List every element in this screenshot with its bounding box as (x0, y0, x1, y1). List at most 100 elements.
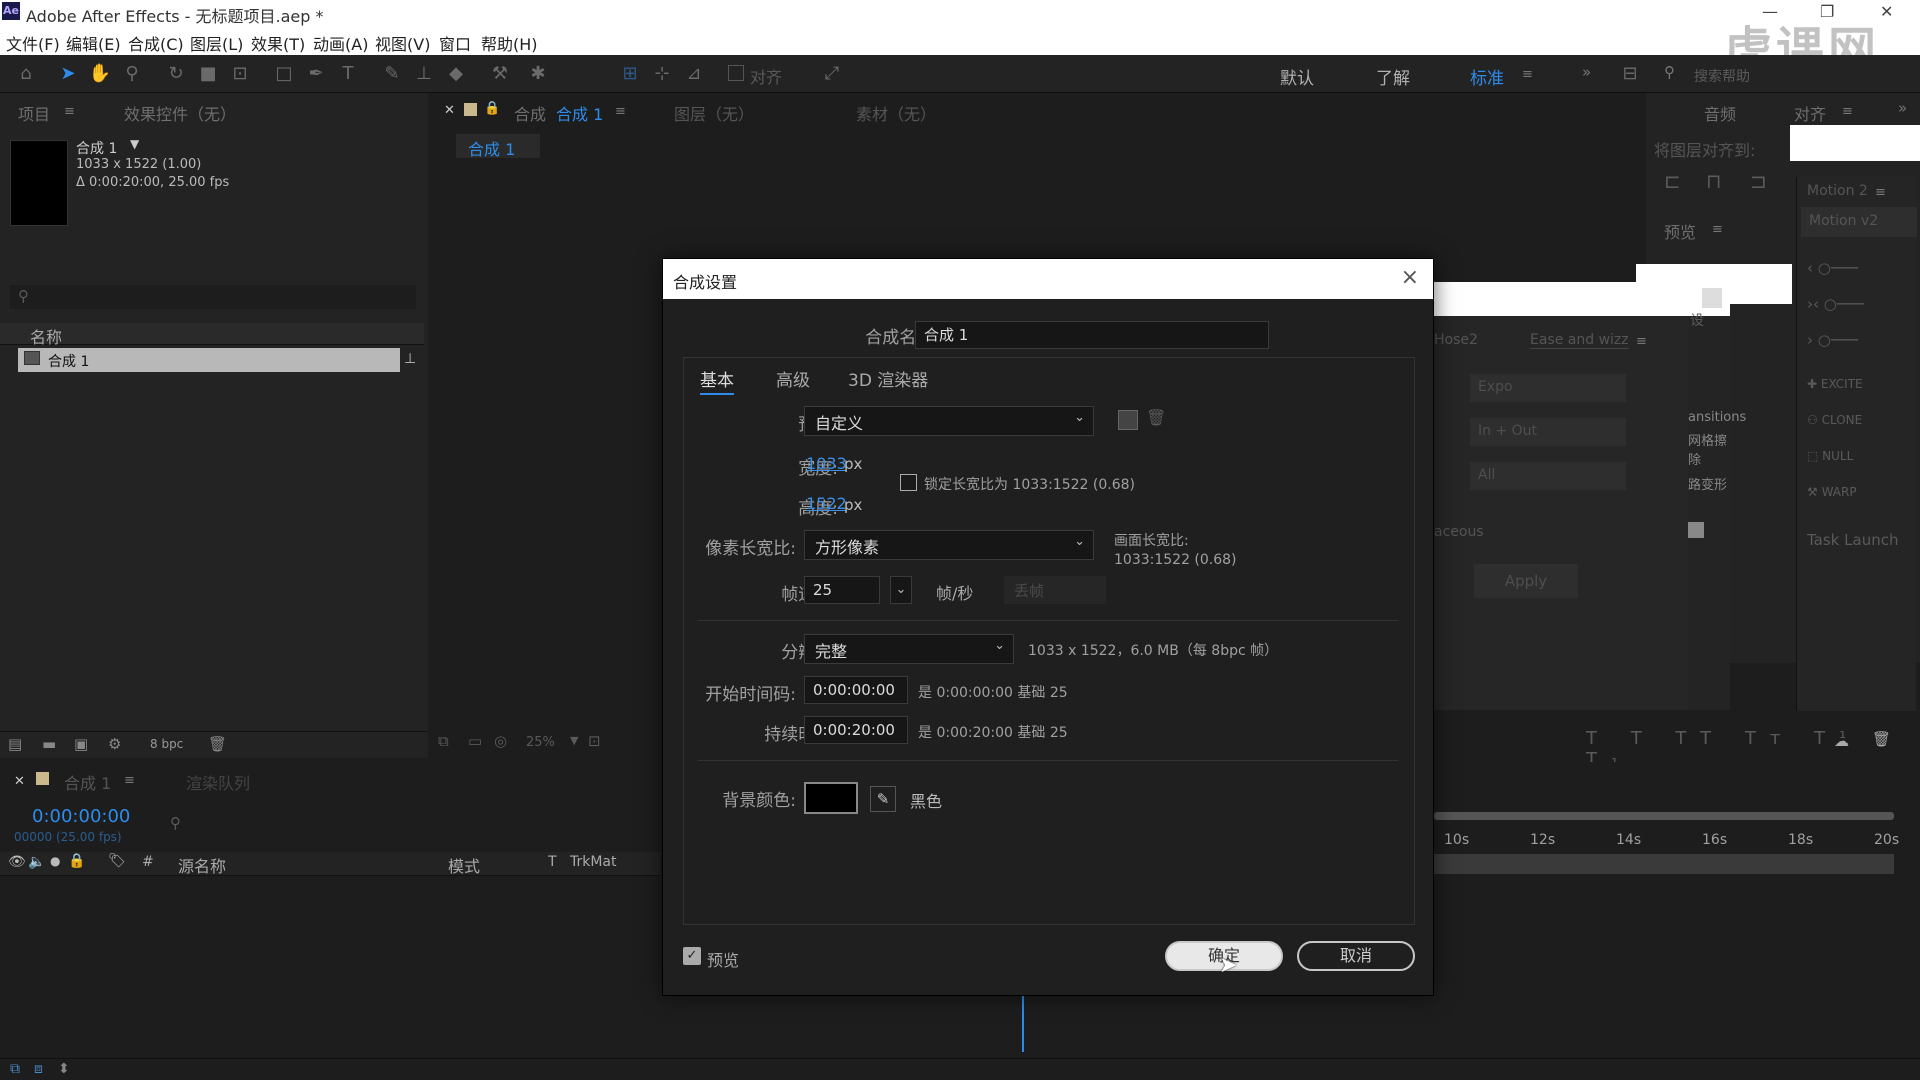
frame-rate-dropdown-icon[interactable]: ⌄ (890, 576, 912, 604)
current-timecode[interactable]: 0:00:00:00 (32, 806, 130, 827)
menu-file[interactable]: 文件(F) (6, 31, 60, 55)
menu-layer[interactable]: 图层(L) (190, 31, 243, 55)
workspace-menu-icon[interactable]: ≡ (1522, 67, 1533, 82)
align-menu-icon[interactable]: ≡ (1842, 104, 1853, 119)
tab-advanced[interactable]: 高级 (776, 366, 810, 391)
in-out-icon[interactable]: ⬍ (58, 1061, 70, 1077)
slider-knob[interactable]: › ○─── (1807, 331, 1858, 349)
more-workspaces-icon[interactable]: » (1582, 63, 1591, 81)
vr-icon[interactable]: ◎ (494, 732, 507, 750)
workspace-default[interactable]: 默认 (1280, 64, 1314, 89)
tab-effect-controls[interactable]: 效果控件（无） (124, 101, 236, 125)
motion-menu-icon[interactable]: ≡ (1875, 185, 1886, 200)
pixel-aspect-select[interactable]: 方形像素 ⌄ (804, 530, 1094, 560)
tab-timeline-comp[interactable]: 合成 1 (64, 770, 111, 794)
workspace-learn[interactable]: 了解 (1376, 64, 1410, 89)
layer-switches-icon[interactable]: ⧉ (10, 1061, 20, 1077)
align-right-icon[interactable]: ⊐ (1750, 169, 1767, 193)
column-mode[interactable]: 模式 (448, 853, 480, 877)
rotate-tool-icon[interactable]: ↻ (164, 63, 188, 85)
help-search-input[interactable]: 搜索帮助 (1694, 66, 1750, 86)
new-folder-icon[interactable]: ▬ (42, 735, 56, 753)
column-name[interactable]: 名称 (30, 324, 62, 348)
column-source-name[interactable]: 源名称 (178, 853, 226, 877)
menu-window[interactable]: 窗口 (439, 31, 471, 55)
breadcrumb[interactable]: 合成 1 (456, 134, 540, 159)
resolution-select[interactable]: 完整 ⌄ (804, 634, 1014, 664)
close-tab-icon[interactable]: ✕ (14, 774, 25, 789)
comp-menu-icon[interactable]: ≡ (615, 104, 626, 119)
null-button[interactable]: ⬚ NULL (1807, 449, 1853, 463)
save-preset-icon[interactable] (1118, 410, 1138, 430)
pen-tool-icon[interactable]: ✒ (304, 63, 328, 85)
preview-menu-icon[interactable]: ≡ (1712, 222, 1723, 237)
tab-render-queue[interactable]: 渲染队列 (186, 770, 250, 794)
slider-knob[interactable]: ‹ ○─── (1807, 259, 1858, 277)
timeline-menu-icon[interactable]: ≡ (124, 773, 135, 788)
preset-select[interactable]: 自定义 ⌄ (804, 406, 1094, 436)
bit-depth[interactable]: 8 bpc (150, 737, 183, 751)
new-composition-icon[interactable]: ▣ (74, 735, 88, 753)
menu-help[interactable]: 帮助(H) (481, 31, 538, 55)
tab-audio[interactable]: 音频 (1704, 101, 1736, 125)
lock-icon[interactable]: 🔒 (484, 101, 500, 116)
close-icon[interactable] (1702, 288, 1722, 308)
tab-motion2[interactable]: Motion 2 (1807, 183, 1868, 199)
menu-composition[interactable]: 合成(C) (128, 31, 184, 55)
label-icon[interactable]: 🏷 (108, 853, 126, 869)
background-color-swatch[interactable] (804, 782, 858, 814)
align-left-icon[interactable]: ⊏ (1664, 169, 1681, 193)
slider-knob[interactable]: ›‹ ○─── (1807, 295, 1864, 313)
interpret-footage-icon[interactable]: ▤ (8, 735, 22, 753)
transfer-controls-icon[interactable]: ⧈ (34, 1061, 43, 1077)
comp-name-field[interactable]: 合成 1 (915, 321, 1269, 349)
delete-icon[interactable]: 🗑 (208, 735, 227, 753)
always-preview-icon[interactable]: ⧉ (438, 732, 449, 750)
solo-icon[interactable]: ● (50, 854, 60, 868)
tab-align[interactable]: 对齐 (1794, 101, 1826, 125)
warp-button[interactable]: ⚒ WARP (1807, 485, 1857, 499)
tab-preview[interactable]: 预览 (1664, 219, 1696, 243)
flowchart-icon[interactable]: ⊥ (404, 351, 416, 367)
panel-expand-icon[interactable]: » (1898, 99, 1907, 117)
excite-button[interactable]: ✚ EXCITE (1807, 377, 1863, 391)
align-center-icon[interactable]: ⊓ (1706, 169, 1722, 193)
menu-animation[interactable]: 动画(A) (313, 31, 368, 55)
task-launch-label[interactable]: Task Launch (1807, 531, 1898, 549)
monitor-icon[interactable]: ▭ (468, 732, 482, 750)
work-area-bar[interactable] (1434, 812, 1894, 820)
close-icon[interactable]: ✕ (1880, 2, 1893, 21)
brush-tool-icon[interactable]: ✎ (380, 63, 404, 85)
tab-3d-renderer[interactable]: 3D 渲染器 (848, 366, 928, 391)
cancel-button[interactable]: 取消 (1297, 941, 1415, 971)
comp-dropdown-icon[interactable]: ▼ (130, 137, 139, 151)
layer-duration-bar[interactable] (1434, 854, 1894, 874)
snap-icon[interactable]: ⤢ (820, 63, 844, 85)
search-icon[interactable]: ⚲ (1664, 63, 1675, 81)
camera-tool-icon[interactable]: ■ (196, 63, 220, 85)
tab-composition-name[interactable]: 合成 1 (556, 101, 603, 125)
rectangle-tool-icon[interactable]: □ (272, 63, 296, 85)
tab-hose2[interactable]: Hose2 (1434, 332, 1478, 348)
type-tool-icon[interactable]: T (336, 63, 360, 85)
close-tab-icon[interactable]: ✕ (444, 103, 455, 118)
clone-button[interactable]: ⚇ CLONE (1807, 413, 1862, 427)
tab-ease-and-wizz[interactable]: Ease and wizz (1530, 332, 1629, 349)
tab-composition[interactable]: 合成 (514, 101, 546, 125)
frame-rate-field[interactable]: 25 (804, 576, 880, 604)
menu-view[interactable]: 视图(V) (375, 31, 430, 55)
time-ruler[interactable]: 10s 12s 14s 16s 18s 20s (1434, 830, 1899, 852)
close-icon[interactable]: × (1401, 265, 1419, 290)
easing-type-select[interactable]: In + Out (1470, 418, 1626, 446)
tab-layer[interactable]: 图层（无） (674, 101, 754, 125)
tab-project[interactable]: 项目 (18, 101, 50, 125)
workspace-standard[interactable]: 标准 (1470, 64, 1504, 89)
eyedropper-icon[interactable]: ✎ (870, 786, 896, 812)
height-value[interactable]: 1522 (806, 494, 847, 513)
lock-icon[interactable]: 🔒 (68, 853, 85, 869)
local-axis-icon[interactable]: ⊞ (618, 63, 642, 85)
view-axis-icon[interactable]: ⊿ (682, 63, 706, 85)
world-axis-icon[interactable]: ⊹ (650, 63, 674, 85)
lock-aspect-checkbox[interactable] (900, 474, 917, 491)
tab-footage[interactable]: 素材（无） (856, 101, 936, 125)
